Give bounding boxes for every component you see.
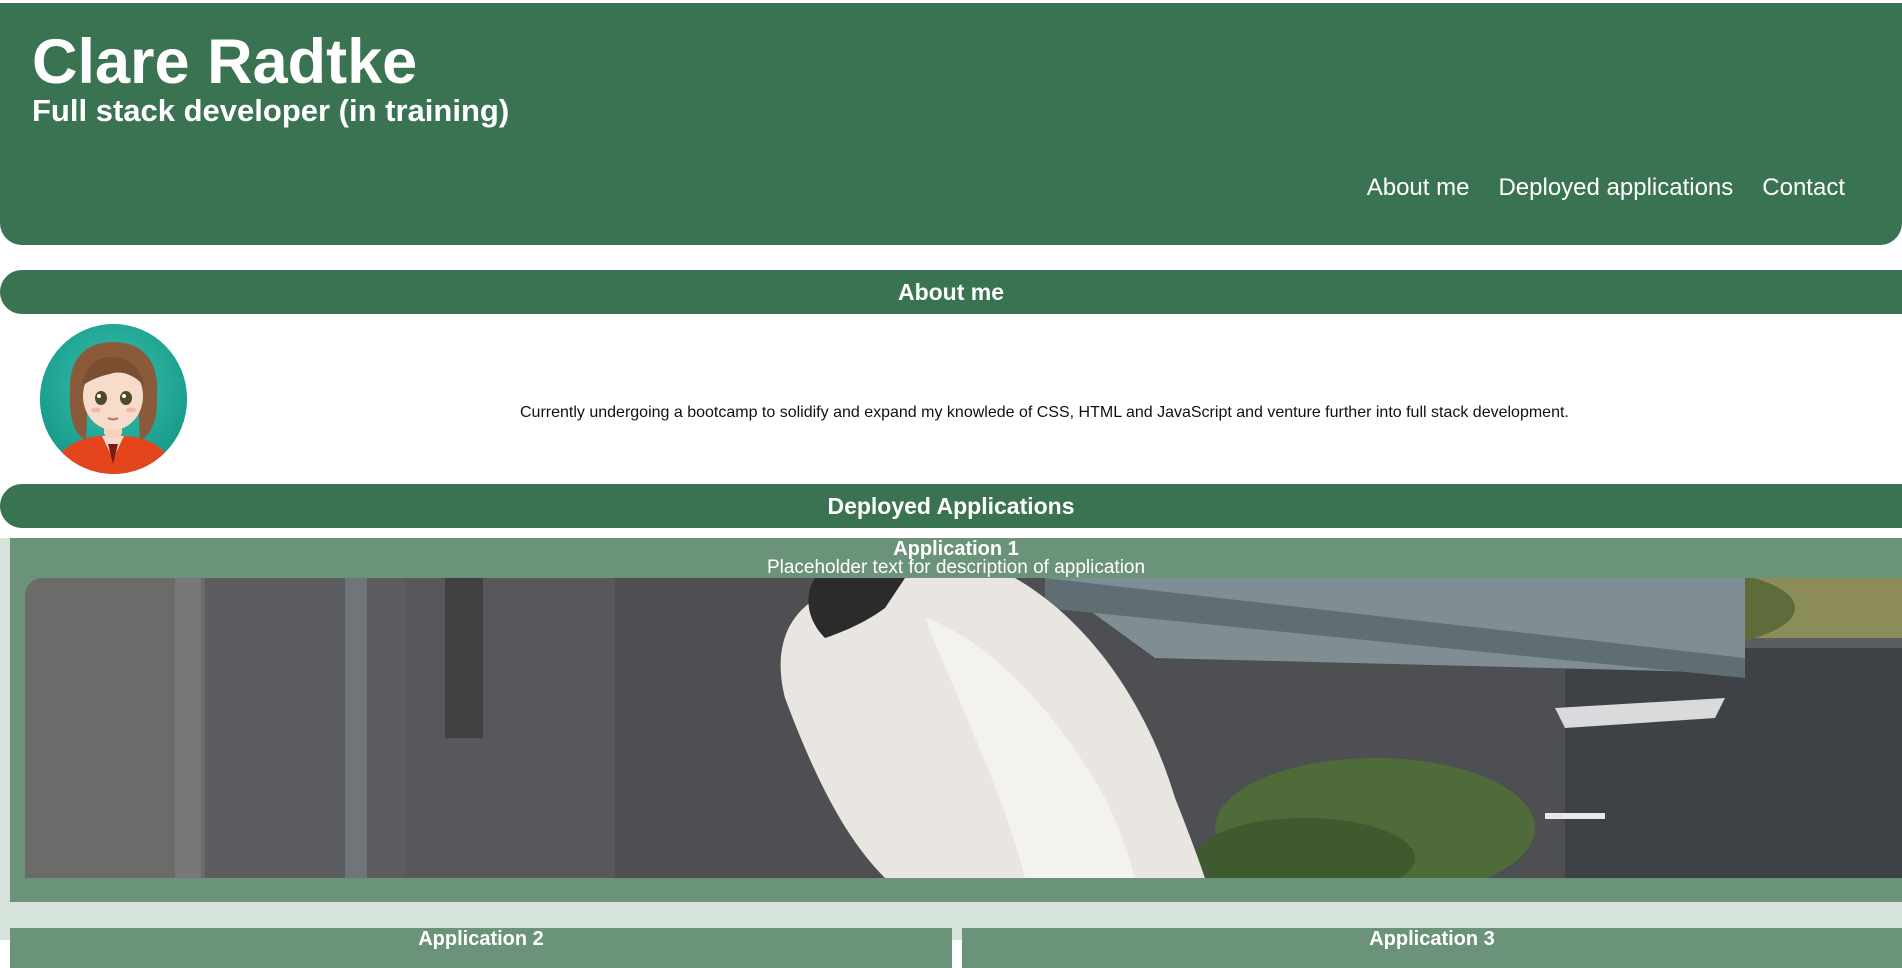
application-card-3[interactable]: Application 3 [962, 928, 1902, 968]
application-3-title: Application 3 [1369, 928, 1495, 950]
application-1-description: Placeholder text for description of appl… [766, 557, 1146, 578]
profile-avatar [40, 324, 187, 474]
application-1-screenshot[interactable] [25, 578, 1902, 878]
application-card-2[interactable]: Application 2 [10, 928, 952, 968]
nav-link-deployed-applications[interactable]: Deployed applications [1498, 173, 1733, 203]
cockatoo-photo [25, 578, 1902, 878]
site-subtitle: Full stack developer (in training) [32, 93, 510, 128]
nav-link-about-me[interactable]: About me [1367, 173, 1470, 203]
application-2-title: Application 2 [418, 928, 544, 950]
application-card-1[interactable]: Application 1 Placeholder text for descr… [10, 538, 1902, 902]
applications-area: Application 1 Placeholder text for descr… [0, 538, 1902, 968]
site-name: Clare Radtke [32, 27, 418, 97]
site-header: Clare Radtke Full stack developer (in tr… [0, 3, 1902, 245]
avatar-illustration [40, 324, 187, 474]
about-section: Currently undergoing a bootcamp to solid… [0, 314, 1902, 484]
about-section-heading: About me [0, 270, 1902, 314]
about-text: Currently undergoing a bootcamp to solid… [520, 404, 1569, 421]
nav-link-contact[interactable]: Contact [1762, 173, 1845, 203]
deployed-applications-heading: Deployed Applications [0, 484, 1902, 528]
main-nav: About me Deployed applications Contact [1367, 173, 1845, 203]
